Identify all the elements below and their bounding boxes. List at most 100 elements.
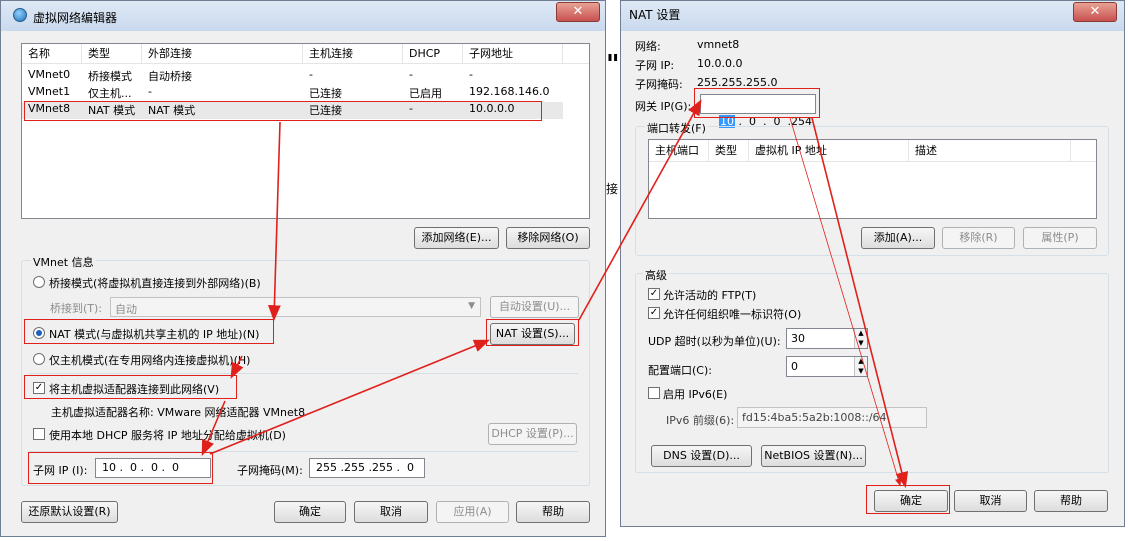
netbios-settings-button[interactable]: NetBIOS 设置(N)... — [761, 445, 866, 467]
ipv6-prefix-field[interactable]: fd15:4ba5:5a2b:1008::/64 — [737, 407, 927, 428]
table-row[interactable]: VMnet0 桥接模式 自动桥接 - - - — [22, 68, 589, 85]
spin-up-icon[interactable]: ▲ — [854, 357, 867, 366]
ipv6-prefix-value: fd15:4ba5:5a2b:1008::/64 — [742, 411, 887, 424]
right-close-button[interactable]: ✕ — [1073, 2, 1117, 22]
cell-dhcp: - — [409, 68, 413, 81]
cell-external: NAT 模式 — [148, 104, 196, 117]
port-forwarding-list[interactable]: 主机端口 类型 虚拟机 IP 地址 描述 — [648, 139, 1097, 219]
subnet-mask-label: 子网掩码: — [635, 78, 683, 91]
bridged-to-value: 自动 — [115, 303, 137, 316]
nat-ok-button[interactable]: 确定 — [874, 490, 948, 512]
nat-label[interactable]: NAT 模式(与虚拟机共享主机的 IP 地址)(N) — [49, 326, 259, 342]
apply-button[interactable]: 应用(A) — [436, 501, 509, 523]
subnet-mask-value: 255.255.255.0 — [697, 76, 778, 89]
spin-down-icon[interactable]: ▼ — [854, 366, 867, 376]
cell-subnet: 192.168.146.0 — [469, 85, 550, 98]
cell-name: VMnet8 — [28, 102, 71, 115]
virtual-network-editor-window: 虚拟网络编辑器 ✕ 名称 类型 外部连接 主机连接 DHCP 子网地址 VMne… — [0, 0, 606, 537]
cell-name: VMnet0 — [28, 68, 71, 81]
background-text-fragment: 接 — [606, 182, 619, 196]
enable-ipv6-label[interactable]: 启用 IPv6(E) — [663, 386, 727, 402]
bridged-to-select[interactable]: 自动 ▼ — [110, 297, 481, 317]
col-header-dhcp[interactable]: DHCP — [403, 44, 463, 64]
config-port-spinner[interactable]: 0 ▲ ▼ — [786, 356, 868, 377]
dhcp-settings-button[interactable]: DHCP 设置(P)... — [488, 423, 577, 445]
col-header-host[interactable]: 主机连接 — [303, 44, 403, 64]
gateway-label: 网关 IP(G): — [635, 100, 692, 113]
left-titlebar: 虚拟网络编辑器 ✕ — [1, 1, 605, 31]
ok-button[interactable]: 确定 — [274, 501, 346, 523]
cell-subnet: - — [469, 68, 473, 81]
cell-host: 已连接 — [309, 87, 342, 100]
cell-host: - — [309, 68, 313, 81]
subnet-ip-label: 子网 IP: — [635, 59, 675, 72]
col-header-external[interactable]: 外部连接 — [142, 44, 303, 64]
network-list[interactable]: 名称 类型 外部连接 主机连接 DHCP 子网地址 VMnet0 桥接模式 自动… — [21, 43, 590, 219]
use-dhcp-checkbox[interactable] — [33, 428, 45, 440]
port-forwarding-label: 端口转发(F) — [645, 120, 708, 136]
add-button[interactable]: 添加(A)... — [861, 227, 935, 249]
connect-adapter-checkbox[interactable]: ✓ — [33, 382, 45, 394]
background-quote-fragment: " — [606, 50, 620, 80]
nat-cancel-button[interactable]: 取消 — [954, 490, 1027, 512]
allow-ftp-checkbox[interactable]: ✓ — [648, 288, 660, 300]
cell-dhcp: - — [409, 102, 413, 115]
nat-radio[interactable] — [33, 327, 45, 339]
remove-button[interactable]: 移除(R) — [942, 227, 1015, 249]
divider — [29, 451, 578, 452]
bridged-to-label: 桥接到(T): — [50, 302, 103, 315]
enable-ipv6-checkbox[interactable] — [648, 387, 660, 399]
subnet-ip-value: 10.0.0.0 — [697, 57, 743, 70]
allow-oui-checkbox[interactable]: ✓ — [648, 307, 660, 319]
col-header-name[interactable]: 名称 — [22, 44, 82, 64]
allow-oui-label[interactable]: 允许任何组织唯一标识符(O) — [663, 306, 801, 322]
use-dhcp-label[interactable]: 使用本地 DHCP 服务将 IP 地址分配给虚拟机(D) — [49, 427, 286, 443]
right-titlebar: NAT 设置 ✕ — [621, 1, 1124, 31]
config-port-value: 0 — [791, 360, 798, 373]
udp-timeout-value: 30 — [791, 332, 805, 345]
spin-down-icon[interactable]: ▼ — [854, 338, 867, 348]
cell-subnet: 10.0.0.0 — [469, 102, 515, 115]
bridged-radio[interactable] — [33, 276, 45, 288]
auto-settings-button[interactable]: 自动设置(U)... — [490, 296, 579, 318]
cell-type: 桥接模式 — [88, 70, 132, 83]
col-header-type[interactable]: 类型 — [82, 44, 142, 64]
help-button[interactable]: 帮助 — [516, 501, 590, 523]
subnet-ip-label: 子网 IP (I): — [33, 464, 88, 477]
dns-settings-button[interactable]: DNS 设置(D)... — [651, 445, 752, 467]
pf-col-desc[interactable]: 描述 — [909, 140, 1071, 162]
bridged-label[interactable]: 桥接模式(将虚拟机直接连接到外部网络)(B) — [49, 275, 261, 291]
left-close-button[interactable]: ✕ — [556, 2, 600, 22]
restore-defaults-button[interactable]: 还原默认设置(R) — [21, 501, 118, 523]
cancel-button[interactable]: 取消 — [354, 501, 428, 523]
left-window-title: 虚拟网络编辑器 — [33, 11, 118, 25]
subnet-ip-field[interactable]: 10 . 0 . 0 . 0 — [95, 458, 211, 478]
properties-button[interactable]: 属性(P) — [1023, 227, 1097, 249]
add-network-button[interactable]: 添加网络(E)... — [414, 227, 499, 249]
udp-timeout-spinner[interactable]: 30 ▲ ▼ — [786, 328, 868, 349]
allow-ftp-label[interactable]: 允许活动的 FTP(T) — [663, 287, 756, 303]
network-label: 网络: — [635, 40, 661, 53]
subnet-mask-label: 子网掩码(M): — [237, 464, 303, 477]
table-row[interactable]: VMnet1 仅主机... - 已连接 已启用 192.168.146.0 — [22, 85, 589, 102]
divider — [29, 373, 578, 374]
cell-external: 自动桥接 — [148, 70, 192, 83]
spin-up-icon[interactable]: ▲ — [854, 329, 867, 338]
col-header-subnet[interactable]: 子网地址 — [463, 44, 563, 64]
host-only-label[interactable]: 仅主机模式(在专用网络内连接虚拟机)(H) — [49, 352, 250, 368]
nat-help-button[interactable]: 帮助 — [1034, 490, 1108, 512]
nat-settings-button[interactable]: NAT 设置(S)... — [490, 323, 575, 345]
pf-col-host-port[interactable]: 主机端口 — [649, 140, 709, 162]
pf-col-vm-ip[interactable]: 虚拟机 IP 地址 — [749, 140, 909, 162]
cell-name: VMnet1 — [28, 85, 71, 98]
table-row-selected[interactable]: VMnet8 NAT 模式 NAT 模式 已连接 - 10.0.0.0 — [22, 102, 563, 119]
advanced-label: 高级 — [643, 267, 669, 283]
right-window-title: NAT 设置 — [629, 8, 681, 22]
connect-adapter-label[interactable]: 将主机虚拟适配器连接到此网络(V) — [49, 381, 219, 397]
remove-network-button[interactable]: 移除网络(O) — [506, 227, 590, 249]
subnet-mask-field[interactable]: 255 .255 .255 . 0 — [309, 458, 425, 478]
ipv6-prefix-label: IPv6 前缀(6): — [666, 414, 735, 427]
gateway-ip-field[interactable]: 10 . 0 . 0 .254 — [700, 94, 816, 128]
host-only-radio[interactable] — [33, 353, 45, 365]
pf-col-type[interactable]: 类型 — [709, 140, 749, 162]
